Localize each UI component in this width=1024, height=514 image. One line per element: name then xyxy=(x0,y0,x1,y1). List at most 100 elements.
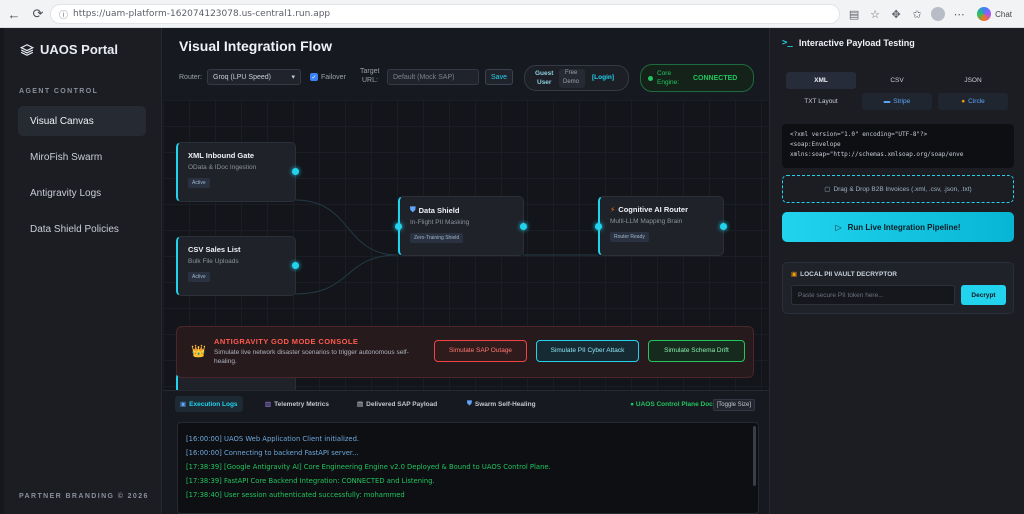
address-bar[interactable]: ⓘ https://uam-platform-162074123078.us-c… xyxy=(50,4,840,24)
terminal-icon: ▣ xyxy=(180,401,187,408)
extensions-icon[interactable]: ✥ xyxy=(889,7,903,21)
tab-swarm-self-healing[interactable]: ⛊ Swarm Self-Healing xyxy=(462,396,541,412)
node-output-port[interactable] xyxy=(292,262,299,269)
save-button[interactable]: Save xyxy=(485,69,513,85)
router-select-value: Groq (LPU Speed) xyxy=(213,73,271,81)
back-icon[interactable]: ← xyxy=(2,4,26,24)
node-subtitle: Multi-LLM Mapping Brain xyxy=(610,218,683,225)
decrypt-button[interactable]: Decrypt xyxy=(961,285,1006,305)
copilot-icon xyxy=(977,7,992,21)
node-subtitle: OData & IDoc Ingestion xyxy=(188,164,257,171)
format-tab-xml[interactable]: XML xyxy=(786,72,856,89)
file-dropzone[interactable]: ▢ Drag & Drop B2B Invoices (.xml, .csv, … xyxy=(782,175,1014,203)
node-data-shield[interactable]: ⛊ Data Shield In-Flight PII Masking Zero-… xyxy=(398,196,524,256)
console-title: ANTIGRAVITY GOD MODE CONSOLE xyxy=(214,337,359,346)
code-line: <soap:Envelope xyxy=(790,141,841,148)
sidebar-item-antigravity-logs[interactable]: Antigravity Logs xyxy=(18,178,146,208)
read-mode-icon[interactable]: ▤ xyxy=(847,7,861,21)
vault-title-row: ▣ LOCAL PII VAULT DECRYPTOR xyxy=(791,270,897,279)
shield-icon: ⛊ xyxy=(467,400,472,407)
browser-toolbar: ← ⟳ ⓘ https://uam-platform-162074123078.… xyxy=(0,0,1024,28)
node-title: Cognitive AI Router xyxy=(618,205,689,214)
core-engine-status: Core Engine: CONNECTED xyxy=(640,64,754,92)
chat-label: Chat xyxy=(995,9,1012,19)
panel-title: Interactive Payload Testing xyxy=(798,38,915,48)
payload-editor[interactable]: <?xml version="1.0" encoding="UTF-8"?> <… xyxy=(782,124,1014,168)
app-logo[interactable]: UAOS Portal xyxy=(20,42,118,57)
target-label-line1: Target xyxy=(360,68,380,75)
toggle-size-button[interactable]: [Toggle Size] xyxy=(712,399,755,411)
node-title: Data Shield xyxy=(418,205,460,215)
format-tabs: XML CSV JSON TXT Layout ▬ Stripe ● Circle xyxy=(782,70,1014,110)
edge-xml-to-shield xyxy=(294,199,399,256)
sidebar-item-data-shield-policies[interactable]: Data Shield Policies xyxy=(18,214,146,244)
schema-drift-label: Simulate Schema Drift xyxy=(664,347,729,354)
partner-branding: PARTNER BRANDING © 2026 xyxy=(19,493,149,500)
site-info-icon[interactable]: ⓘ xyxy=(59,8,68,21)
page-title: Visual Integration Flow xyxy=(179,38,332,54)
code-line: <?xml version="1.0" encoding="UTF-8"?> xyxy=(790,131,928,138)
flow-toolbar: Router: Groq (LPU Speed) ▾ ✓ Failover Ta… xyxy=(179,64,759,96)
execution-logs-panel[interactable]: [16:00:00] UAOS Web Application Client i… xyxy=(177,422,759,514)
tab-execution-logs[interactable]: ▣ Execution Logs xyxy=(175,396,243,412)
logs-scrollbar[interactable] xyxy=(753,426,756,486)
user-line-1: Guest xyxy=(535,70,554,77)
format-tab-txt-layout[interactable]: TXT Layout xyxy=(786,93,856,110)
play-icon: ▷ xyxy=(835,222,842,232)
node-xml-inbound-gate[interactable]: XML Inbound Gate OData & IDoc Ingestion … xyxy=(176,142,296,202)
pii-token-input[interactable]: Paste secure PII token here... xyxy=(791,285,955,305)
chart-icon: ▥ xyxy=(265,401,272,408)
log-line: [17:38:39] FastAPI Core Backend Integrat… xyxy=(186,477,435,485)
simulate-sap-outage-button[interactable]: Simulate SAP Outage xyxy=(434,340,527,362)
reload-icon[interactable]: ⟳ xyxy=(26,4,50,24)
target-url-input[interactable]: Default (Mock SAP) xyxy=(387,69,479,85)
node-csv-sales-list[interactable]: CSV Sales List Bulk File Uploads Active xyxy=(176,236,296,296)
node-output-port[interactable] xyxy=(292,168,299,175)
user-session-pill: Guest User Free Demo [Login] xyxy=(524,65,629,91)
favorites-icon[interactable]: ✩ xyxy=(910,7,924,21)
section-label: AGENT CONTROL xyxy=(19,88,99,95)
node-input-port[interactable] xyxy=(395,223,402,230)
tab-telemetry-metrics[interactable]: ▥ Telemetry Metrics xyxy=(260,396,334,412)
login-link[interactable]: [Login] xyxy=(592,74,614,81)
node-subtitle: In-Flight PII Masking xyxy=(410,219,470,226)
chat-button[interactable]: Chat xyxy=(973,5,1016,23)
router-label: Router: xyxy=(179,74,202,81)
pii-token-placeholder: Paste secure PII token here... xyxy=(798,291,884,299)
document-icon: ▤ xyxy=(357,401,364,408)
router-select[interactable]: Groq (LPU Speed) ▾ xyxy=(207,69,301,85)
format-tab-csv[interactable]: CSV xyxy=(862,72,932,89)
failover-label: Failover xyxy=(321,74,346,81)
failover-checkbox[interactable]: ✓ xyxy=(310,73,318,81)
simulate-schema-drift-button[interactable]: Simulate Schema Drift xyxy=(648,340,745,362)
panel-title-row: >_ Interactive Payload Testing xyxy=(782,38,915,48)
bottom-tabs: ▣ Execution Logs ▥ Telemetry Metrics ▤ Deli… xyxy=(163,390,769,414)
run-pipeline-button[interactable]: ▷ Run Live Integration Pipeline! xyxy=(782,212,1014,242)
node-cognitive-ai-router[interactable]: ⚡ Cognitive AI Router Multi-LLM Mapping B… xyxy=(598,196,724,256)
profile-avatar[interactable] xyxy=(931,7,946,21)
lock-icon: ▣ xyxy=(791,271,798,278)
more-options-icon[interactable]: ⋯ xyxy=(952,7,966,21)
node-output-port[interactable] xyxy=(520,223,527,230)
pii-attack-label: Simulate PII Cyber Attack xyxy=(550,347,625,354)
node-title: XML Inbound Gate xyxy=(188,151,255,160)
favorite-star-icon[interactable]: ☆ xyxy=(868,7,882,21)
lightning-icon: ⚡ xyxy=(610,205,616,214)
core-label-line1: Core xyxy=(657,70,672,77)
format-tab-stripe[interactable]: ▬ Stripe xyxy=(862,93,932,110)
tier-line-1: Free xyxy=(565,70,578,76)
format-tab-json[interactable]: JSON xyxy=(938,72,1008,89)
simulate-pii-attack-button[interactable]: Simulate PII Cyber Attack xyxy=(536,340,639,362)
format-tab-circle[interactable]: ● Circle xyxy=(938,93,1008,110)
terminal-prompt-icon: >_ xyxy=(782,38,793,48)
payload-testing-panel: >_ Interactive Payload Testing XML CSV J… xyxy=(769,28,1024,514)
sidebar-item-mirofish-swarm[interactable]: MiroFish Swarm xyxy=(18,142,146,172)
node-output-port[interactable] xyxy=(720,223,727,230)
code-line: xmlns:soap="http://schemas.xmlsoap.org/s… xyxy=(790,151,964,158)
sidebar-item-visual-canvas[interactable]: Visual Canvas xyxy=(18,106,146,136)
status-dot xyxy=(648,76,653,81)
dropzone-label: Drag & Drop B2B Invoices (.xml, .csv, .j… xyxy=(833,185,972,193)
node-input-port[interactable] xyxy=(595,223,602,230)
tab-delivered-sap-payload[interactable]: ▤ Delivered SAP Payload xyxy=(352,396,442,412)
tab-label: Swarm Self-Healing xyxy=(474,400,536,408)
